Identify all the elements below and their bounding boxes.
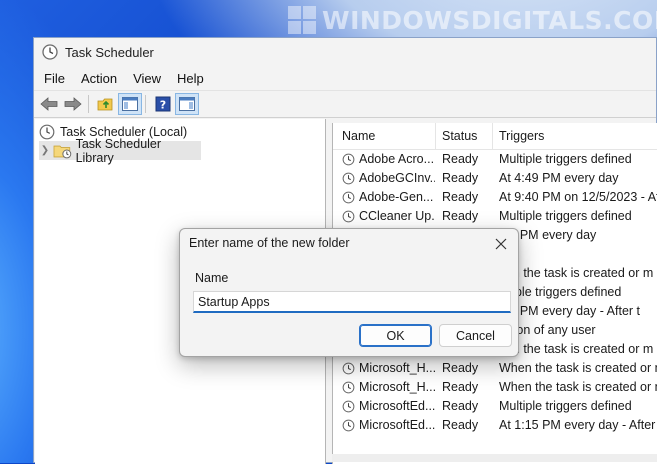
task-clock-icon bbox=[342, 381, 355, 394]
name-label: Name bbox=[195, 271, 229, 285]
help-button[interactable]: ? bbox=[152, 94, 174, 114]
task-status: Ready bbox=[442, 209, 479, 223]
chevron-right-icon[interactable]: ❯ bbox=[39, 145, 51, 156]
table-row[interactable]: MicrosoftEd... Ready At 1:15 PM every day … bbox=[333, 416, 657, 435]
table-row[interactable]: Adobe Acro... Ready Multiple triggers defi… bbox=[333, 150, 657, 169]
task-name: AdobeGCInv... bbox=[359, 171, 435, 185]
up-folder-icon bbox=[97, 98, 113, 111]
clock-icon bbox=[39, 124, 55, 139]
table-row[interactable]: MicrosoftEd... Ready Multiple triggers def… bbox=[333, 397, 657, 416]
task-clock-icon bbox=[342, 172, 355, 185]
task-clock-icon bbox=[342, 400, 355, 413]
task-status: Ready bbox=[442, 399, 479, 413]
column-header-status[interactable]: Status bbox=[436, 123, 493, 149]
task-trigger: Multiple triggers defined bbox=[499, 399, 632, 413]
cancel-button[interactable]: Cancel bbox=[439, 324, 512, 347]
folder-name-input[interactable] bbox=[193, 291, 511, 313]
column-header-name[interactable]: Name bbox=[336, 123, 436, 149]
show-hide-tree-icon bbox=[122, 97, 138, 111]
close-icon bbox=[495, 238, 507, 250]
tree-item-label: Task Scheduler Library bbox=[75, 136, 162, 165]
task-clock-icon bbox=[342, 210, 355, 223]
column-header-triggers[interactable]: Triggers bbox=[493, 123, 657, 149]
task-clock-icon bbox=[342, 153, 355, 166]
task-clock-icon bbox=[342, 191, 355, 204]
task-name: CCleaner Up... bbox=[359, 209, 435, 223]
task-name: Adobe Acro... bbox=[359, 152, 435, 166]
svg-text:?: ? bbox=[160, 99, 166, 112]
task-trigger: At 1:15 PM every day - After t bbox=[499, 418, 657, 432]
task-clock-icon bbox=[342, 362, 355, 375]
ok-button[interactable]: OK bbox=[359, 324, 432, 347]
task-trigger: Multiple triggers defined bbox=[499, 209, 632, 223]
task-trigger: og on of any user bbox=[499, 323, 596, 337]
task-name: Microsoft_H... bbox=[359, 380, 435, 394]
horizontal-scrollbar[interactable] bbox=[332, 454, 657, 462]
windows-logo-icon bbox=[288, 6, 316, 34]
task-name: MicrosoftEd... bbox=[359, 399, 435, 413]
table-row[interactable]: CCleaner Up... Ready Multiple triggers def… bbox=[333, 207, 657, 226]
tree-item-library[interactable]: ❯ Task Scheduler Library bbox=[39, 137, 201, 165]
up-one-level-button[interactable] bbox=[95, 94, 117, 114]
menu-help[interactable]: Help bbox=[171, 71, 210, 86]
task-trigger: At 9:40 PM on 12/5/2023 - Afte bbox=[499, 190, 657, 204]
task-trigger: When the task is created or m bbox=[499, 380, 657, 394]
menu-file[interactable]: File bbox=[38, 71, 71, 86]
task-clock-icon bbox=[342, 419, 355, 432]
watermark-text: WINDOWSDIGITALS.COM bbox=[322, 5, 657, 35]
toolbar-separator bbox=[145, 95, 146, 113]
menu-view[interactable]: View bbox=[127, 71, 167, 86]
task-status: Ready bbox=[442, 190, 479, 204]
toolbar: ? bbox=[34, 90, 656, 118]
table-row[interactable]: Microsoft_H... Ready When the task is crea… bbox=[333, 378, 657, 397]
task-trigger: :44 PM every day bbox=[499, 228, 597, 242]
task-scheduler-clock-icon bbox=[42, 44, 58, 60]
task-trigger bbox=[499, 245, 657, 264]
window-title: Task Scheduler bbox=[65, 45, 154, 60]
task-name: MicrosoftEd... bbox=[359, 418, 435, 432]
task-name: Adobe-Gen... bbox=[359, 190, 434, 204]
table-row[interactable]: Microsoft_H... Ready When the task is crea… bbox=[333, 359, 657, 378]
task-status: Ready bbox=[442, 380, 479, 394]
dialog-close-button[interactable] bbox=[490, 233, 512, 255]
task-trigger: hen the task is created or m bbox=[499, 342, 654, 356]
task-status: Ready bbox=[442, 418, 479, 432]
show-hide-action-pane-button[interactable] bbox=[175, 93, 199, 115]
folder-clock-icon bbox=[53, 145, 72, 158]
task-name: Microsoft_H... bbox=[359, 361, 435, 375]
menu-action[interactable]: Action bbox=[75, 71, 123, 86]
back-button[interactable] bbox=[38, 94, 60, 114]
task-trigger: ultiple triggers defined bbox=[499, 285, 622, 299]
task-status: Ready bbox=[442, 171, 479, 185]
table-header: Name Status Triggers bbox=[333, 123, 657, 150]
task-status: Ready bbox=[442, 361, 479, 375]
task-trigger: hen the task is created or m bbox=[499, 266, 654, 280]
new-folder-dialog: Enter name of the new folder Name OK Can… bbox=[179, 228, 519, 357]
forward-arrow-icon bbox=[64, 97, 82, 111]
table-row[interactable]: Adobe-Gen... Ready At 9:40 PM on 12/5/2023… bbox=[333, 188, 657, 207]
back-arrow-icon bbox=[40, 97, 58, 111]
dialog-title: Enter name of the new folder bbox=[189, 236, 350, 250]
task-trigger: When the task is created or m bbox=[499, 361, 657, 375]
task-trigger: Multiple triggers defined bbox=[499, 152, 632, 166]
show-hide-console-tree-button[interactable] bbox=[118, 93, 142, 115]
help-icon: ? bbox=[155, 96, 171, 112]
show-hide-action-pane-icon bbox=[179, 97, 195, 111]
table-row[interactable]: AdobeGCInv... Ready At 4:49 PM every day bbox=[333, 169, 657, 188]
menu-bar: File Action View Help bbox=[34, 67, 656, 89]
toolbar-separator bbox=[88, 95, 89, 113]
forward-button[interactable] bbox=[62, 94, 84, 114]
title-bar[interactable]: Task Scheduler bbox=[34, 38, 656, 66]
watermark: WINDOWSDIGITALS.COM bbox=[288, 2, 657, 38]
task-trigger: At 4:49 PM every day bbox=[499, 171, 619, 185]
task-status: Ready bbox=[442, 152, 479, 166]
task-trigger: :40 PM every day - After t bbox=[499, 304, 641, 318]
